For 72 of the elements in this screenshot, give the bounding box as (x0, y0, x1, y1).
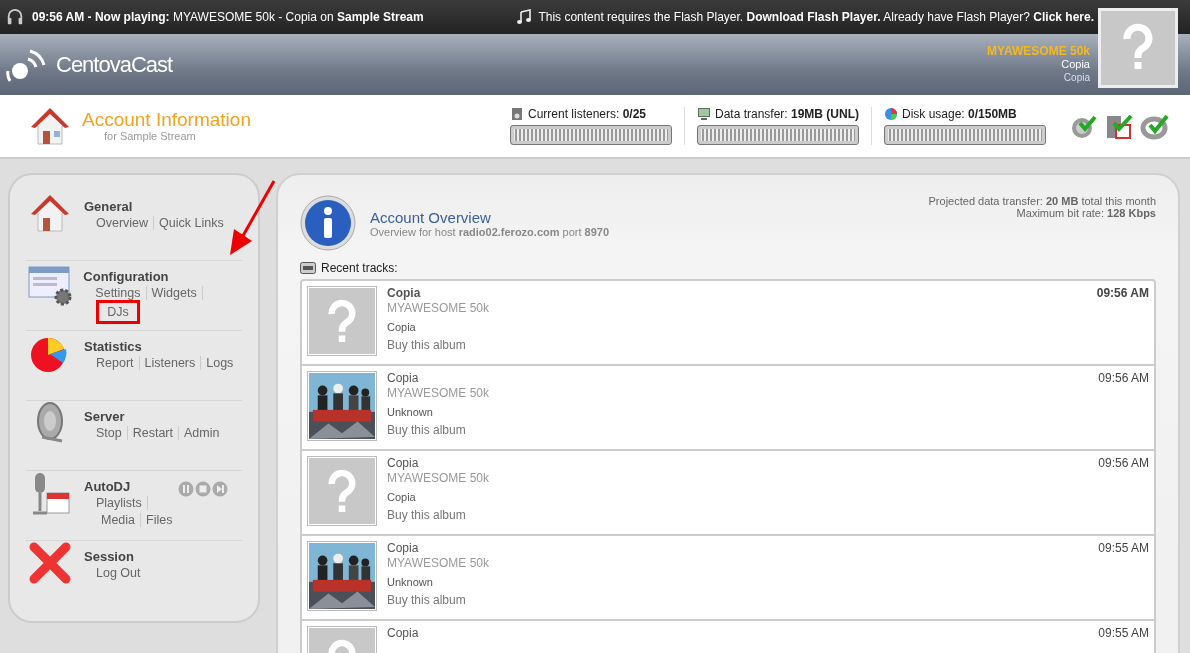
sidebar-link[interactable]: Logs (201, 356, 239, 370)
radio-icon (300, 262, 316, 274)
sidebar-link[interactable]: DJs (99, 303, 137, 321)
recent-tracks-label: Recent tracks: (321, 261, 398, 275)
now-playing-text: 09:56 AM - Now playing: MYAWESOME 50k - Copia on Sample Stream (32, 10, 424, 24)
sidebar-link[interactable]: Widgets (146, 286, 203, 300)
track-title: Copia (387, 286, 422, 301)
track-album: Copia (387, 320, 417, 335)
section-title: Configuration (83, 269, 170, 284)
current-track-artist: Copia (1061, 58, 1090, 71)
click-here-link[interactable]: Click here. (1033, 10, 1094, 24)
sidebar-link[interactable]: Settings (95, 286, 147, 300)
track-time: 09:56 AM (1098, 456, 1149, 472)
meter-label: Data transfer: 19MB (UNL) (714, 107, 859, 121)
pause-button-icon[interactable] (178, 481, 194, 497)
section-title: General (84, 199, 134, 214)
track-title: Copia (387, 626, 420, 641)
current-track-title: MYAWESOME 50k (987, 45, 1090, 58)
speaker-icon (509, 107, 524, 121)
info-icon (300, 195, 356, 251)
track-title: Copia (387, 541, 420, 556)
track-title: Copia (387, 456, 420, 471)
section-title: AutoDJ (84, 479, 132, 494)
stop-button-icon[interactable] (195, 481, 211, 497)
page-subtitle: for Sample Stream (103, 130, 197, 142)
section-title: Session (84, 549, 135, 564)
buy-album-link[interactable]: Buy this album (387, 508, 1089, 523)
page-title: Account Information (82, 110, 252, 130)
overview-title: Account Overview (370, 208, 492, 226)
sidebar-link[interactable]: Report (96, 356, 140, 370)
close-icon (28, 541, 72, 585)
track-artist: MYAWESOME 50k (387, 556, 491, 571)
projected-transfer-text: Projected data transfer: 20 MB total this month (928, 195, 1156, 207)
brand-logo-text: CentovaCast (56, 51, 173, 78)
buy-album-link[interactable]: Buy this album (387, 593, 1089, 608)
track-album: Unknown (387, 575, 434, 590)
track-time: 09:56 AM (1098, 371, 1149, 387)
sidebar-link[interactable]: Log Out (96, 566, 146, 580)
flash-notice: This content requires the Flash Player. Download Flash Player. Already have Flash Player? Click here. (538, 10, 1094, 24)
track-album: Unknown (387, 405, 434, 420)
meter-label: Disk usage: 0/150MB (902, 107, 1017, 121)
computer-icon (696, 107, 711, 121)
current-track-album: Copia (1063, 71, 1090, 84)
sidebar-link[interactable]: Overview (96, 216, 155, 230)
next-button-icon[interactable] (212, 481, 228, 497)
pie-icon (884, 107, 898, 121)
music-note-icon (516, 9, 533, 25)
sidebar-link[interactable]: Listeners (139, 356, 202, 370)
sidebar-link[interactable]: Quick Links (154, 216, 229, 230)
track-time: 09:56 AM (1096, 286, 1149, 302)
sidebar-link[interactable]: Admin (179, 426, 225, 440)
sidebar-link[interactable]: Playlists (96, 496, 148, 510)
download-flash-link[interactable]: Download Flash Player. (746, 10, 881, 24)
sidebar-link[interactable]: Stop (96, 426, 128, 440)
bitrate-text: Maximum bit rate: 128 Kbps (1016, 207, 1156, 219)
track-title: Copia (387, 371, 420, 386)
buy-album-link[interactable]: Buy this album (387, 423, 1089, 438)
overview-subtitle: Overview for host radio02.ferozo.com port 8970 (370, 225, 610, 238)
section-title: Server (84, 409, 126, 424)
track-time: 09:55 AM (1098, 626, 1149, 642)
track-album: Copia (387, 490, 417, 505)
sidebar-link[interactable]: Media (96, 513, 142, 527)
buy-album-link[interactable]: Buy this album (387, 338, 1087, 353)
track-artist: MYAWESOME 50k (387, 301, 491, 316)
sidebar-link[interactable]: Restart (127, 426, 179, 440)
meter-label: Current listeners: 0/25 (527, 107, 647, 121)
track-artist: MYAWESOME 50k (387, 386, 491, 401)
track-artist: MYAWESOME 50k (387, 471, 491, 486)
sidebar-link[interactable]: Files (141, 513, 178, 527)
headphones-icon (6, 8, 24, 26)
track-time: 09:55 AM (1098, 541, 1149, 557)
section-title: Statistics (84, 339, 143, 354)
